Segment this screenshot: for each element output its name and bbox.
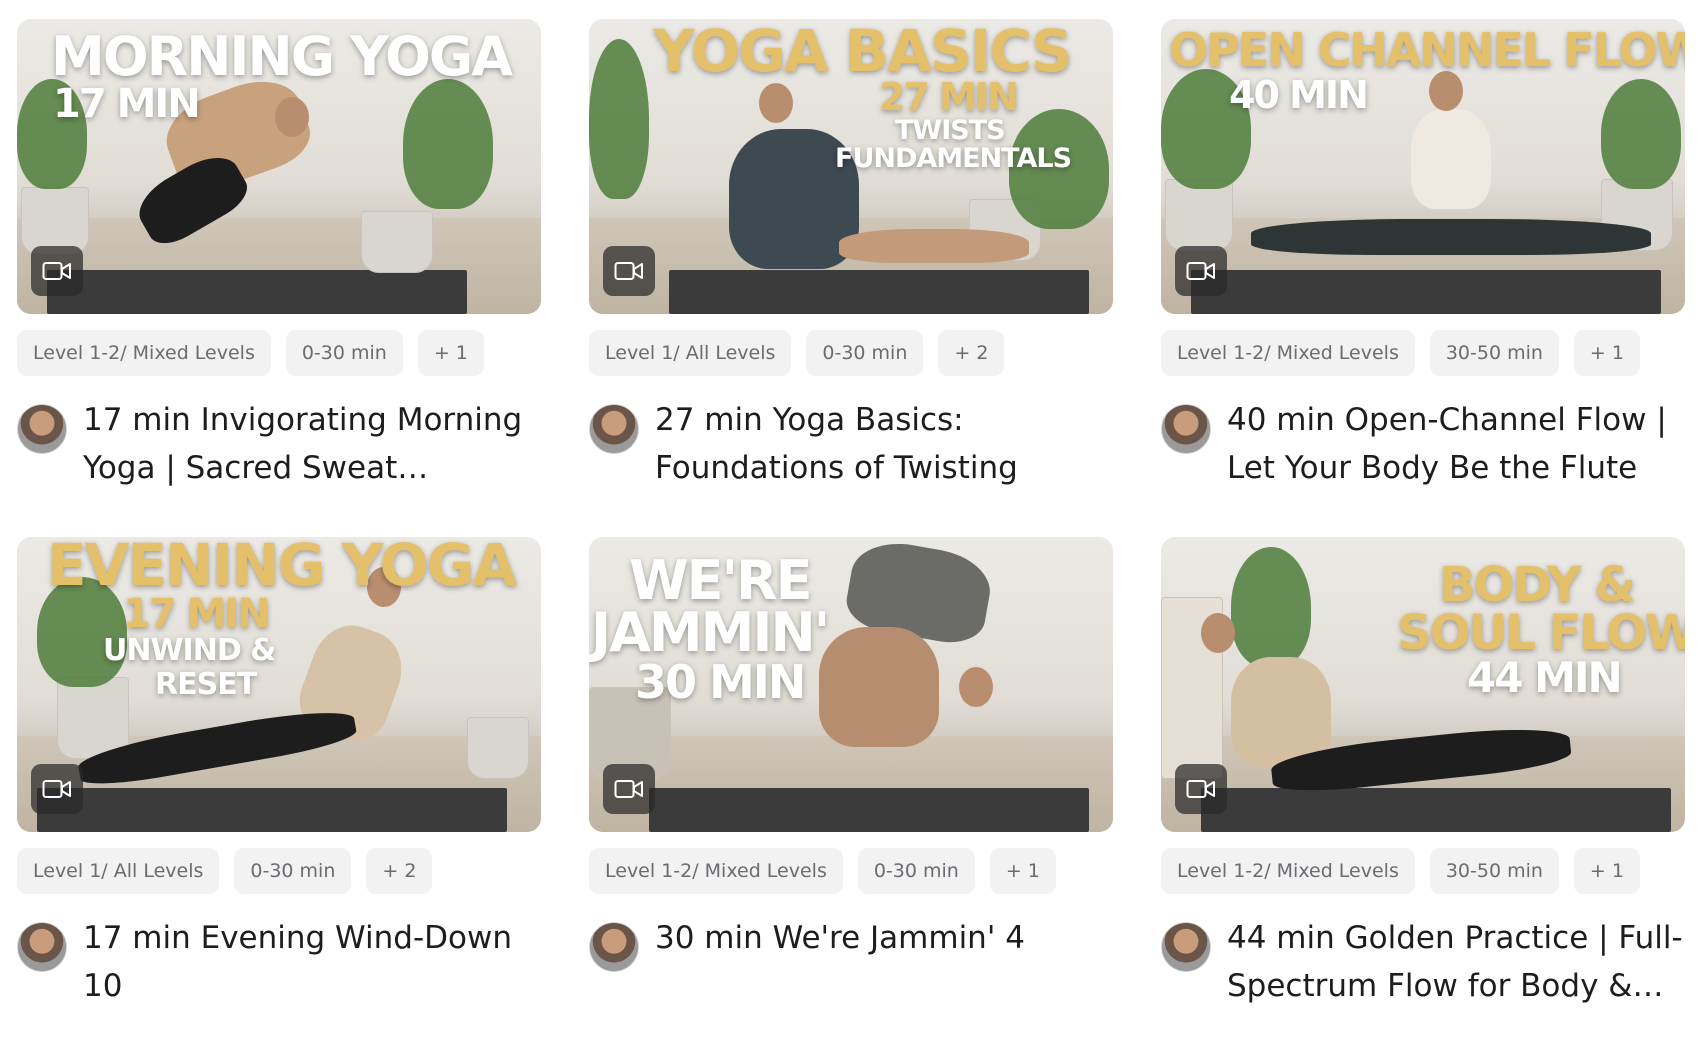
tag-list: Level 1-2/ Mixed Levels 30-50 min + 1 [1161,848,1685,894]
tag-list: Level 1-2/ Mixed Levels 0-30 min + 1 [589,848,1113,894]
tag-list: Level 1-2/ Mixed Levels 30-50 min + 1 [1161,330,1685,376]
thumbnail-duration: 27 MIN [879,75,1019,119]
thumbnail-duration: 17 MIN [123,591,271,637]
video-camera-icon [31,246,83,296]
video-title[interactable]: 44 min Golden Practice | Full-Spectrum F… [1227,914,1685,1010]
video-thumbnail[interactable]: EVENING YOGA 17 MIN UNWIND & RESET [17,537,541,832]
tag-more[interactable]: + 2 [938,330,1005,376]
thumbnail-subtitle: UNWIND & [103,633,276,668]
instructor-avatar[interactable] [17,404,67,454]
video-camera-icon [31,764,83,814]
video-card[interactable]: EVENING YOGA 17 MIN UNWIND & RESET Level… [17,537,541,1037]
video-card[interactable]: BODY & SOUL FLOW 44 MIN Level 1-2/ Mixed… [1161,537,1685,1037]
tag-level[interactable]: Level 1-2/ Mixed Levels [589,848,843,894]
tag-more[interactable]: + 1 [417,330,484,376]
thumbnail-duration: 40 MIN [1229,73,1369,117]
instructor-avatar[interactable] [17,922,67,972]
tag-more[interactable]: + 1 [1573,848,1640,894]
video-camera-icon [603,764,655,814]
tag-duration[interactable]: 0-30 min [285,330,403,376]
tag-more[interactable]: + 2 [366,848,433,894]
tag-level[interactable]: Level 1-2/ Mixed Levels [1161,330,1415,376]
video-title[interactable]: 40 min Open-Channel Flow | Let Your Body… [1227,396,1685,492]
thumbnail-subtitle: TWISTS [895,115,1006,146]
tag-duration[interactable]: 30-50 min [1429,848,1559,894]
thumbnail-subtitle: FUNDAMENTALS [835,143,1072,174]
video-thumbnail[interactable]: BODY & SOUL FLOW 44 MIN [1161,537,1685,832]
tag-duration[interactable]: 0-30 min [806,330,924,376]
tag-list: Level 1/ All Levels 0-30 min + 2 [589,330,1113,376]
instructor-avatar[interactable] [1161,922,1211,972]
video-title[interactable]: 17 min Invigorating Morning Yoga | Sacre… [83,396,541,492]
video-card[interactable]: WE'RE JAMMIN' 30 MIN Level 1-2/ Mixed Le… [589,537,1113,1037]
instructor-avatar[interactable] [589,922,639,972]
video-thumbnail[interactable]: OPEN CHANNEL FLOW 40 MIN [1161,19,1685,314]
tag-list: Level 1-2/ Mixed Levels 0-30 min + 1 [17,330,541,376]
thumbnail-title: EVENING YOGA [47,537,517,599]
thumbnail-duration: 30 MIN [635,655,806,709]
tag-duration[interactable]: 0-30 min [234,848,352,894]
thumbnail-duration: 44 MIN [1467,653,1623,702]
video-camera-icon [1175,764,1227,814]
tag-list: Level 1/ All Levels 0-30 min + 2 [17,848,541,894]
video-title[interactable]: 17 min Evening Wind-Down 10 [83,914,541,1010]
tag-level[interactable]: Level 1/ All Levels [589,330,792,376]
tag-duration[interactable]: 30-50 min [1429,330,1559,376]
tag-more[interactable]: + 1 [989,848,1056,894]
video-title[interactable]: 30 min We're Jammin' 4 [655,914,1025,972]
tag-level[interactable]: Level 1-2/ Mixed Levels [17,330,271,376]
video-thumbnail[interactable]: YOGA BASICS 27 MIN TWISTS FUNDAMENTALS [589,19,1113,314]
tag-more[interactable]: + 1 [1573,330,1640,376]
video-grid: MORNING YOGA 17 MIN Level 1-2/ Mixed Lev… [17,19,1685,1037]
video-camera-icon [1175,246,1227,296]
video-title[interactable]: 27 min Yoga Basics: Foundations of Twist… [655,396,1113,492]
tag-level[interactable]: Level 1-2/ Mixed Levels [1161,848,1415,894]
video-camera-icon [603,246,655,296]
thumbnail-title: MORNING YOGA [51,25,513,88]
video-card[interactable]: YOGA BASICS 27 MIN TWISTS FUNDAMENTALS L… [589,19,1113,537]
thumbnail-subtitle: RESET [155,667,257,702]
instructor-avatar[interactable] [589,404,639,454]
video-thumbnail[interactable]: WE'RE JAMMIN' 30 MIN [589,537,1113,832]
tag-duration[interactable]: 0-30 min [857,848,975,894]
video-card[interactable]: MORNING YOGA 17 MIN Level 1-2/ Mixed Lev… [17,19,541,537]
thumbnail-duration: 17 MIN [53,81,201,127]
tag-level[interactable]: Level 1/ All Levels [17,848,220,894]
video-card[interactable]: OPEN CHANNEL FLOW 40 MIN Level 1-2/ Mixe… [1161,19,1685,537]
thumbnail-title: OPEN CHANNEL FLOW [1169,23,1685,77]
instructor-avatar[interactable] [1161,404,1211,454]
video-thumbnail[interactable]: MORNING YOGA 17 MIN [17,19,541,314]
